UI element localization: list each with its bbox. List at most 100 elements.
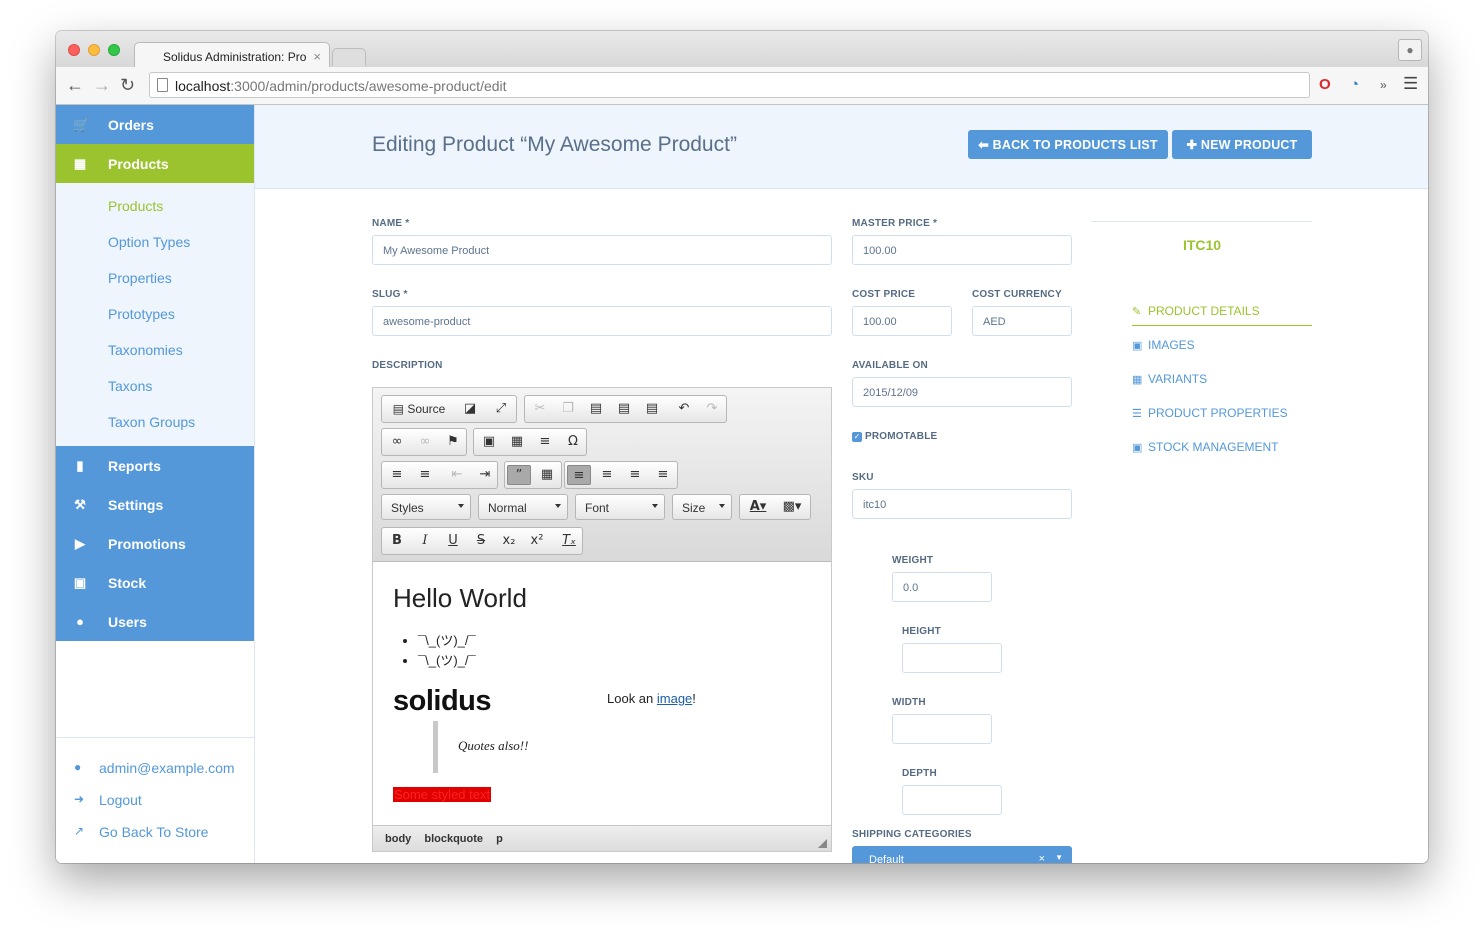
copy-icon[interactable]: ❐ <box>556 399 580 419</box>
align-justify-icon[interactable]: ≡ <box>651 465 675 485</box>
store-link[interactable]: ↗ Go Back To Store <box>56 824 254 856</box>
available-on-input[interactable]: 2015/12/09 <box>852 377 1072 407</box>
menu-icon[interactable]: ☰ <box>1403 74 1418 94</box>
height-input[interactable] <box>902 643 1002 673</box>
cost-currency-input[interactable]: AED <box>972 306 1072 336</box>
back-to-products-button[interactable]: ⬅ BACK TO PRODUCTS LIST <box>968 130 1168 159</box>
subnav-products[interactable]: Products <box>56 190 254 226</box>
sidebar-item-promotions[interactable]: ▶ Promotions <box>56 524 254 563</box>
link-icon[interactable]: ∞ <box>385 432 409 452</box>
resize-handle-icon[interactable] <box>818 839 827 848</box>
depth-input[interactable] <box>902 785 1002 815</box>
maximize-window-button[interactable] <box>108 44 120 56</box>
path-body[interactable]: body <box>385 833 411 845</box>
subnav-prototypes[interactable]: Prototypes <box>56 298 254 334</box>
logout-link[interactable]: ➜ Logout <box>56 792 254 824</box>
sidebar-item-reports[interactable]: ▮ Reports <box>56 446 254 485</box>
maximize-icon[interactable]: ⤢ <box>489 399 513 419</box>
numbered-list-icon[interactable]: ≡ <box>385 465 409 485</box>
master-price-input[interactable]: 100.00 <box>852 235 1072 265</box>
italic-icon[interactable]: I <box>413 531 437 551</box>
chevron-down-icon[interactable]: ▼ <box>1055 853 1063 862</box>
unlink-icon[interactable]: ∞ <box>413 432 437 452</box>
browser-tab[interactable]: Solidus Administration: Pro × <box>134 42 330 68</box>
tab-product-details[interactable]: ✎ PRODUCT DETAILS <box>1132 304 1312 326</box>
minimize-window-button[interactable] <box>88 44 100 56</box>
name-input[interactable]: My Awesome Product <box>372 235 832 265</box>
preview-icon[interactable]: ◪ <box>458 399 482 419</box>
background-color-icon[interactable]: ▩▾ <box>778 497 806 517</box>
close-window-button[interactable] <box>68 44 80 56</box>
text-color-icon[interactable]: A▾ <box>744 497 772 517</box>
undo-icon[interactable]: ↶ <box>672 399 696 419</box>
cost-price-input[interactable]: 100.00 <box>852 306 952 336</box>
reload-icon[interactable]: ↻ <box>120 75 135 96</box>
clock-extension-icon[interactable]: ◔ <box>1350 76 1359 93</box>
redo-icon[interactable]: ↷ <box>700 399 724 419</box>
format-dropdown[interactable]: Normal <box>478 494 568 520</box>
back-arrow-icon[interactable]: ← <box>66 75 84 96</box>
subscript-icon[interactable]: x₂ <box>497 531 521 551</box>
align-right-icon[interactable]: ≡ <box>623 465 647 485</box>
blockquote-icon[interactable]: ” <box>507 465 531 485</box>
subnav-properties[interactable]: Properties <box>56 262 254 298</box>
image-icon[interactable]: ▣ <box>477 432 501 452</box>
special-char-icon[interactable]: Ω <box>561 432 585 452</box>
path-blockquote[interactable]: blockquote <box>424 833 483 845</box>
align-center-icon[interactable]: ≡ <box>595 465 619 485</box>
indent-icon[interactable]: ⇥ <box>473 465 497 485</box>
shipping-categories-select[interactable]: Default × ▼ <box>852 846 1072 863</box>
source-button[interactable]: ▤ Source <box>385 399 453 419</box>
path-p[interactable]: p <box>496 833 503 845</box>
subnav-taxons[interactable]: Taxons <box>56 370 254 406</box>
sidebar-item-orders[interactable]: 🛒 Orders <box>56 105 254 144</box>
size-dropdown[interactable]: Size <box>672 494 732 520</box>
slug-input[interactable]: awesome-product <box>372 306 832 336</box>
subnav-option-types[interactable]: Option Types <box>56 226 254 262</box>
account-link[interactable]: ● admin@example.com <box>56 760 254 792</box>
font-dropdown[interactable]: Font <box>575 494 665 520</box>
opera-extension-icon[interactable]: O <box>1319 76 1331 93</box>
image-link[interactable]: image <box>657 691 692 706</box>
clear-icon[interactable]: × <box>1039 853 1045 863</box>
sidebar-item-stock[interactable]: ▣ Stock <box>56 563 254 602</box>
cut-icon[interactable]: ✂ <box>528 399 552 419</box>
paste-text-icon[interactable]: ▤ <box>612 399 636 419</box>
paste-word-icon[interactable]: ▤ <box>640 399 664 419</box>
sidebar-item-products[interactable]: ▦ Products <box>56 144 254 183</box>
bold-icon[interactable]: B <box>385 531 409 551</box>
remove-format-icon[interactable]: Tₓ <box>557 531 581 551</box>
sidebar-item-users[interactable]: ● Users <box>56 602 254 641</box>
new-product-button[interactable]: ✚ NEW PRODUCT <box>1172 130 1312 159</box>
tab-close-icon[interactable]: × <box>313 49 321 64</box>
tab-stock-management[interactable]: ▣ STOCK MANAGEMENT <box>1132 440 1278 454</box>
weight-input[interactable]: 0.0 <box>892 572 992 602</box>
underline-icon[interactable]: U <box>441 531 465 551</box>
tab-images[interactable]: ▣ IMAGES <box>1132 338 1195 352</box>
align-left-icon[interactable]: ≡ <box>567 465 591 485</box>
anchor-flag-icon[interactable]: ⚑ <box>441 432 465 452</box>
tab-variants[interactable]: ▦ VARIANTS <box>1132 372 1207 386</box>
outdent-icon[interactable]: ⇤ <box>445 465 469 485</box>
table-icon[interactable]: ▦ <box>505 432 529 452</box>
tab-product-properties[interactable]: ☰ PRODUCT PROPERTIES <box>1132 406 1288 420</box>
more-extensions-icon[interactable]: » <box>1380 78 1387 92</box>
subnav-taxon-groups[interactable]: Taxon Groups <box>56 406 254 442</box>
forward-arrow-icon[interactable]: → <box>93 75 111 96</box>
sidebar-item-settings[interactable]: ⚒ Settings <box>56 485 254 524</box>
editor-content[interactable]: Hello World ¯\_(ツ)_/¯ ¯\_(ツ)_/¯ solidus … <box>373 563 831 825</box>
paste-icon[interactable]: ▤ <box>584 399 608 419</box>
superscript-icon[interactable]: x² <box>525 531 549 551</box>
styles-dropdown[interactable]: Styles <box>381 494 471 520</box>
profile-icon[interactable]: ● <box>1398 39 1422 61</box>
subnav-taxonomies[interactable]: Taxonomies <box>56 334 254 370</box>
strikethrough-icon[interactable]: S <box>469 531 493 551</box>
address-bar[interactable]: localhost:3000/admin/products/awesome-pr… <box>149 72 1310 98</box>
sku-input[interactable]: itc10 <box>852 489 1072 519</box>
promotable-checkbox[interactable]: ✓ <box>852 432 862 442</box>
bulleted-list-icon[interactable]: ≡ <box>413 465 437 485</box>
horizontal-rule-icon[interactable]: ≡ <box>533 432 557 452</box>
description-editor[interactable]: ▤ Source ◪ ⤢ ✂ ❐ ▤ ▤ ▤ ↶ ↷ ∞ ∞ ⚑ ▣ ▦ ≡ Ω… <box>372 387 832 852</box>
div-container-icon[interactable]: ▦ <box>535 465 559 485</box>
new-tab-button[interactable] <box>332 48 366 66</box>
